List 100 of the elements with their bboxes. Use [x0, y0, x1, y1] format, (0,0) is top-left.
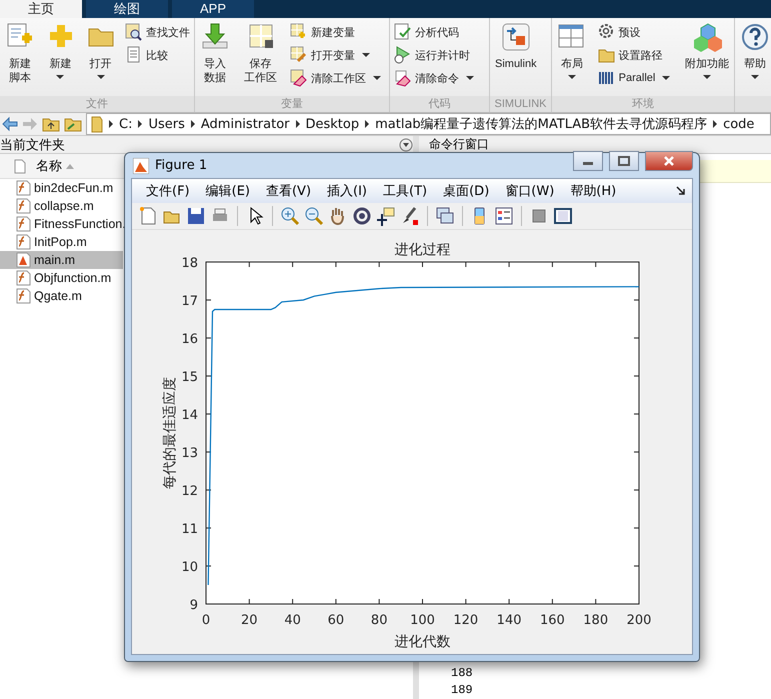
figure-logo-icon — [133, 158, 149, 174]
output-line: 189 — [451, 682, 474, 699]
tick-label: 12 — [181, 484, 198, 499]
toolstrip-button[interactable]: 附加功能 — [682, 22, 732, 96]
tick-label: 140 — [496, 613, 522, 628]
ribbon-tab[interactable]: 主页 — [0, 0, 82, 18]
toolbar-button[interactable] — [186, 206, 206, 226]
group-label: SIMULINK — [490, 96, 551, 112]
path-segment[interactable]: Desktop — [306, 116, 360, 132]
menu-item[interactable]: 编辑(E) — [198, 182, 258, 200]
toolstrip-button[interactable]: 运行并计时 — [394, 45, 478, 65]
tick-label: 13 — [181, 446, 198, 461]
tick-label: 16 — [181, 332, 198, 347]
path-segment[interactable]: Users — [148, 116, 185, 132]
group-label: 文件 — [0, 96, 194, 112]
group-label: 环境 — [552, 96, 734, 112]
toolbar-button[interactable] — [494, 206, 514, 226]
dock-arrow-icon[interactable] — [676, 186, 686, 196]
menu-item[interactable]: 插入(I) — [319, 182, 376, 200]
folder-up-icon[interactable] — [42, 116, 60, 132]
tick-label: 0 — [202, 613, 210, 628]
toolstrip-button[interactable]: 分析代码 — [394, 22, 478, 42]
minimize-button[interactable] — [573, 150, 603, 170]
maximize-icon — [618, 156, 630, 166]
tick-label: 11 — [181, 522, 198, 537]
toolbar-button[interactable] — [400, 206, 420, 226]
path-segment[interactable]: matlab编程量子遗传算法的MATLAB软件去寻优源码程序 — [375, 115, 708, 133]
toolstrip-button[interactable]: 布局 — [554, 22, 590, 96]
gear-icon — [598, 23, 616, 41]
toolbar-button[interactable] — [352, 206, 372, 226]
ribbon-tab[interactable]: APP — [172, 0, 254, 18]
legend-icon — [494, 206, 514, 226]
toolstrip-button[interactable]: 打开变量 — [290, 45, 385, 65]
toolstrip-button[interactable]: 设置路径 — [598, 45, 674, 65]
toolbar-button[interactable] — [376, 206, 396, 226]
toolstrip-button[interactable]: 清除工作区 — [290, 68, 385, 88]
path-field[interactable]: C: Users Administrator Desktop matlab编程量子遗传算法的MATLAB软件去寻优源码程序 code — [86, 113, 771, 135]
link-plot-icon — [435, 206, 455, 226]
file-item[interactable]: Qgate.m — [0, 287, 123, 305]
toolstrip-button[interactable]: 查找文件 — [124, 22, 190, 42]
tick-label: 9 — [190, 598, 198, 613]
path-segment[interactable]: Administrator — [200, 116, 290, 132]
search-icon — [124, 23, 143, 41]
toolbar-button[interactable] — [435, 206, 455, 226]
menu-item[interactable]: 帮助(H) — [562, 182, 624, 200]
column-header[interactable]: 名称 — [36, 157, 74, 175]
menu-item[interactable]: 文件(F) — [138, 182, 198, 200]
maximize-button[interactable] — [609, 150, 639, 170]
close-button[interactable] — [645, 150, 693, 170]
close-icon — [663, 156, 675, 166]
function-file-icon — [15, 234, 31, 250]
toolstrip-button[interactable]: 帮助 — [737, 22, 771, 96]
file-item[interactable]: FitnessFunction. — [0, 215, 123, 233]
file-item[interactable]: Objfunction.m — [0, 269, 123, 287]
toolstrip-button[interactable]: 新建变量 — [290, 22, 385, 42]
chart-title: 进化过程 — [394, 242, 450, 258]
group-label: 变量 — [195, 96, 389, 112]
toolstrip-button[interactable]: 打开 — [82, 22, 119, 96]
folder-browse-icon[interactable] — [64, 116, 82, 132]
toolstrip-button[interactable]: 预设 — [598, 22, 674, 42]
zoom-in-icon — [280, 206, 300, 226]
toolstrip-button[interactable]: 新建 脚本 — [2, 22, 38, 96]
tick-label: 80 — [370, 613, 388, 628]
file-item[interactable]: main.m — [0, 251, 123, 269]
grid-pencil-icon — [290, 46, 308, 64]
data-cursor-icon — [376, 206, 396, 226]
path-segment[interactable]: code — [723, 116, 754, 132]
toolstrip-button[interactable]: 保存 工作区 — [241, 22, 280, 96]
tick-label: 120 — [453, 613, 478, 628]
toolbar-button[interactable] — [553, 206, 573, 226]
toolstrip-button[interactable]: 清除命令 — [394, 68, 478, 88]
file-item[interactable]: bin2decFun.m — [0, 179, 123, 197]
menu-item[interactable]: 窗口(W) — [497, 182, 562, 200]
file-item[interactable]: InitPop.m — [0, 233, 123, 251]
tick-label: 20 — [241, 613, 258, 628]
dropdown-circle-icon[interactable] — [399, 138, 413, 152]
path-segment[interactable]: C: — [119, 116, 132, 132]
toolstrip-button[interactable]: 新建 — [42, 22, 78, 96]
tick-label: 14 — [181, 408, 198, 423]
eraser-icon — [290, 69, 308, 87]
cubes-icon — [692, 22, 722, 52]
eraser-icon — [394, 69, 412, 87]
menu-item[interactable]: 桌面(D) — [435, 182, 498, 200]
axis-label: 进化代数 — [394, 634, 450, 650]
menu-item[interactable]: 工具(T) — [375, 182, 436, 200]
back-arrow-icon[interactable] — [2, 116, 18, 132]
grid-plus-icon — [290, 23, 308, 41]
tick-label: 60 — [328, 613, 344, 628]
menu-item[interactable]: 查看(V) — [258, 182, 320, 200]
check-document-icon — [394, 23, 412, 41]
new-file-icon — [138, 206, 158, 226]
ribbon-tab[interactable]: 绘图 — [86, 0, 168, 18]
help-icon — [740, 22, 770, 52]
file-item[interactable]: collapse.m — [0, 197, 123, 215]
toolstrip-button[interactable]: Simulink — [492, 22, 540, 96]
rotate-icon — [352, 206, 372, 226]
tick-label: 15 — [181, 370, 198, 385]
toolstrip-button[interactable]: 比较 — [124, 45, 190, 65]
toolstrip-button[interactable]: 导入 数据 — [197, 22, 233, 96]
toolstrip-button[interactable]: Parallel — [598, 68, 674, 88]
